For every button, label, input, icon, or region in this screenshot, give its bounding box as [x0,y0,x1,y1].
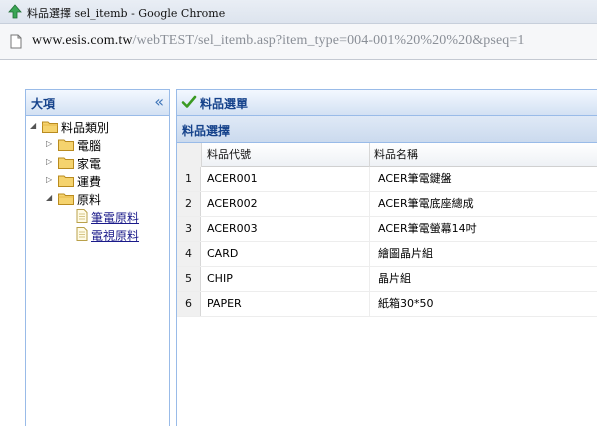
item-code-cell[interactable]: ACER001 [202,167,370,191]
category-panel: 大項 « ◢ 料品類別 ▷ 電腦 ▷ 家電 ▷ 運費 ◢ 原料 筆電原料 電視原… [25,89,170,426]
tree-item-label: 電腦 [77,139,102,153]
item-panel-title: 料品選單 [200,97,249,111]
folder-icon [58,157,74,169]
row-number: 1 [177,167,201,191]
grid-title: 料品選擇 [182,124,231,138]
tree-leaf-label[interactable]: 電視原料 [91,227,139,244]
row-number: 4 [177,242,201,266]
table-row[interactable]: 3 ACER003 ACER筆電螢幕14吋 [177,217,597,242]
item-code-cell[interactable]: CHIP [202,267,370,291]
url-text[interactable]: www.esis.com.tw/webTEST/sel_itemb.asp?it… [32,33,524,49]
collapse-triangle-icon[interactable]: ◢ [30,121,40,130]
item-code-cell[interactable]: PAPER [202,292,370,316]
app-frame: 大項 « ◢ 料品類別 ▷ 電腦 ▷ 家電 ▷ 運費 ◢ 原料 筆電原料 電視原… [0,61,597,426]
url-path: /webTEST/sel_itemb.asp?item_type=004-001… [132,33,525,48]
document-icon [76,227,88,241]
row-number: 2 [177,192,201,216]
item-panel-header: 料品選單 [177,90,597,116]
item-name-cell[interactable]: 繪圖晶片組 [370,242,597,266]
item-name-cell[interactable]: 晶片組 [370,267,597,291]
category-panel-header: 大項 « [26,90,169,116]
table-row[interactable]: 2 ACER002 ACER筆電底座總成 [177,192,597,217]
folder-icon [42,121,58,133]
collapse-triangle-icon[interactable]: ◢ [46,193,56,202]
double-chevron-left-icon[interactable]: « [154,92,164,111]
item-code-cell[interactable]: ACER003 [202,217,370,241]
tree-item-label: 運費 [77,175,102,189]
folder-icon [58,139,74,151]
column-header-name[interactable]: 料品名稱 [370,143,597,167]
row-number-header [177,143,202,167]
row-number: 6 [177,292,201,316]
column-header-code[interactable]: 料品代號 [202,143,370,167]
tree-item-label: 家電 [77,157,102,171]
folder-icon [58,175,74,187]
folder-icon [58,193,74,205]
item-name-cell[interactable]: ACER筆電螢幕14吋 [370,217,597,241]
table-row[interactable]: 4 CARD 繪圖晶片組 [177,242,597,267]
table-row[interactable]: 6 PAPER 紙箱30*50 [177,292,597,317]
window-title-bar: 料品選擇 sel_itemb - Google Chrome [0,0,597,24]
window-title: 料品選擇 sel_itemb - Google Chrome [27,7,226,20]
page-icon [10,34,22,49]
tree-item-label: 原料 [77,193,102,207]
item-code-cell[interactable]: ACER002 [202,192,370,216]
chrome-app-icon [8,4,22,19]
item-name-cell[interactable]: ACER筆電鍵盤 [370,167,597,191]
checkmark-icon [181,95,197,108]
address-bar[interactable]: www.esis.com.tw/webTEST/sel_itemb.asp?it… [0,24,597,60]
item-code-cell[interactable]: CARD [202,242,370,266]
grid-title-bar: 料品選擇 [177,116,597,143]
item-name-cell[interactable]: 紙箱30*50 [370,292,597,316]
expand-triangle-icon[interactable]: ▷ [46,139,56,148]
row-number: 3 [177,217,201,241]
grid-header: 料品代號 料品名稱 [177,143,597,167]
grid-body: 1 ACER001 ACER筆電鍵盤 2 ACER002 ACER筆電底座總成 3 ACER0… [177,167,597,317]
row-number: 5 [177,267,201,291]
item-panel: 料品選單 料品選擇 料品代號 料品名稱 1 ACER001 ACER筆電鍵盤 2 ACE… [176,89,597,426]
table-row[interactable]: 5 CHIP 晶片組 [177,267,597,292]
expand-triangle-icon[interactable]: ▷ [46,175,56,184]
tree-root-label: 料品類別 [61,121,110,135]
document-icon [76,209,88,223]
tree-leaf-label[interactable]: 筆電原料 [91,209,139,226]
table-row[interactable]: 1 ACER001 ACER筆電鍵盤 [177,167,597,192]
expand-triangle-icon[interactable]: ▷ [46,157,56,166]
item-name-cell[interactable]: ACER筆電底座總成 [370,192,597,216]
url-host: www.esis.com.tw [32,33,133,48]
category-panel-title: 大項 [31,97,56,111]
